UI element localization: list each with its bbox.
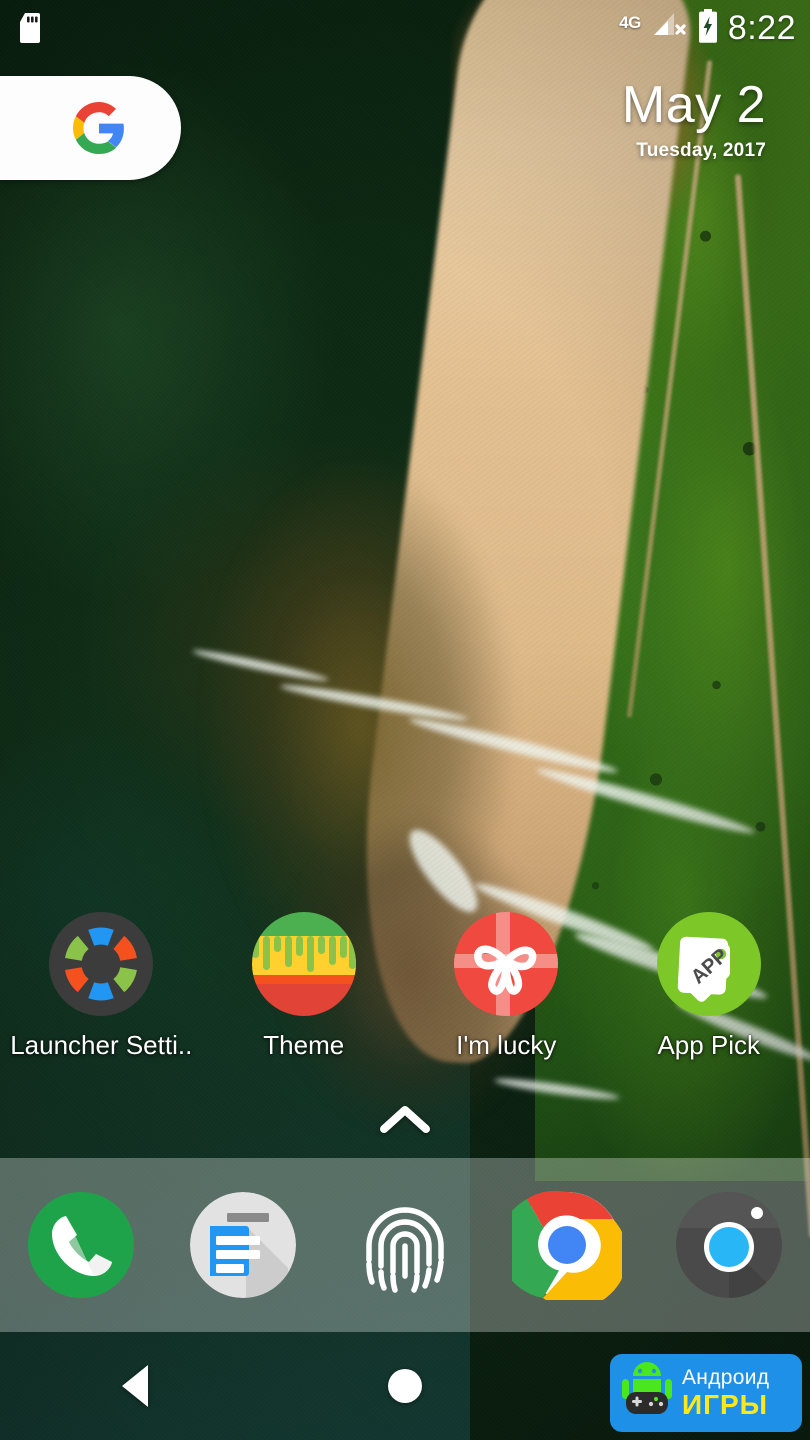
signal-no-service-icon (650, 9, 688, 48)
camera-icon (674, 1190, 784, 1300)
home-app-row: Launcher Setti.. Theme I'm lucky APP App… (0, 910, 810, 1058)
dock-app-chrome[interactable] (486, 1190, 648, 1300)
home-circle-icon (388, 1369, 422, 1403)
chevron-up-icon (380, 1104, 430, 1134)
launcher-settings-icon (47, 910, 155, 1018)
status-bar-left (18, 13, 42, 43)
status-bar-clock: 8:22 (727, 9, 796, 47)
messages-icon (188, 1190, 298, 1300)
date-widget[interactable]: May 2 Tuesday, 2017 (622, 78, 766, 162)
battery-charging-icon (697, 8, 719, 49)
app-launcher-settings[interactable]: Launcher Setti.. (0, 910, 203, 1058)
app-tag-icon: APP (655, 910, 763, 1018)
watermark-line-1: Андроид (682, 1366, 770, 1389)
dock-app-phone[interactable] (0, 1190, 162, 1300)
nav-button-back[interactable] (0, 1365, 270, 1407)
app-label: Launcher Setti.. (10, 1030, 193, 1060)
watermark-text: Андроид ИГРЫ (682, 1367, 769, 1419)
network-type-label: 4G (619, 12, 641, 32)
dock-app-fingerprint[interactable] (324, 1190, 486, 1300)
watermark-line-2: ИГРЫ (682, 1389, 769, 1420)
status-bar-right: 4G 8:22 (619, 8, 796, 49)
dock-app-camera[interactable] (648, 1190, 810, 1300)
nav-button-home[interactable] (270, 1369, 540, 1403)
date-widget-weekday-year: Tuesday, 2017 (636, 139, 766, 161)
sd-card-icon (18, 13, 42, 43)
gift-icon (452, 910, 560, 1018)
dock-app-messages[interactable] (162, 1190, 324, 1300)
wallpaper-surf (178, 576, 810, 1181)
app-im-lucky[interactable]: I'm lucky (405, 910, 608, 1058)
date-widget-date: May 2 (621, 76, 766, 134)
app-label: App Pick (657, 1030, 761, 1060)
app-theme[interactable]: Theme (203, 910, 406, 1058)
android-home-screen: 4G 8:22 May 2 Tuesday, 2017 Launcher Set… (0, 0, 810, 1440)
google-g-logo (72, 102, 125, 154)
app-label: I'm lucky (456, 1030, 557, 1060)
app-label: Theme (263, 1030, 345, 1060)
dock (0, 1158, 810, 1332)
fingerprint-icon (350, 1190, 460, 1300)
phone-icon (26, 1190, 136, 1300)
chrome-icon (512, 1190, 622, 1300)
android-gamepad-icon (616, 1360, 678, 1427)
theme-icon (250, 910, 358, 1018)
watermark-badge: Андроид ИГРЫ (610, 1354, 802, 1432)
status-bar[interactable]: 4G 8:22 (0, 0, 810, 56)
app-app-pick[interactable]: APP App Pick (608, 910, 810, 1058)
back-triangle-icon (122, 1365, 148, 1407)
app-drawer-handle[interactable] (0, 1104, 810, 1134)
google-search-widget[interactable] (0, 76, 181, 180)
